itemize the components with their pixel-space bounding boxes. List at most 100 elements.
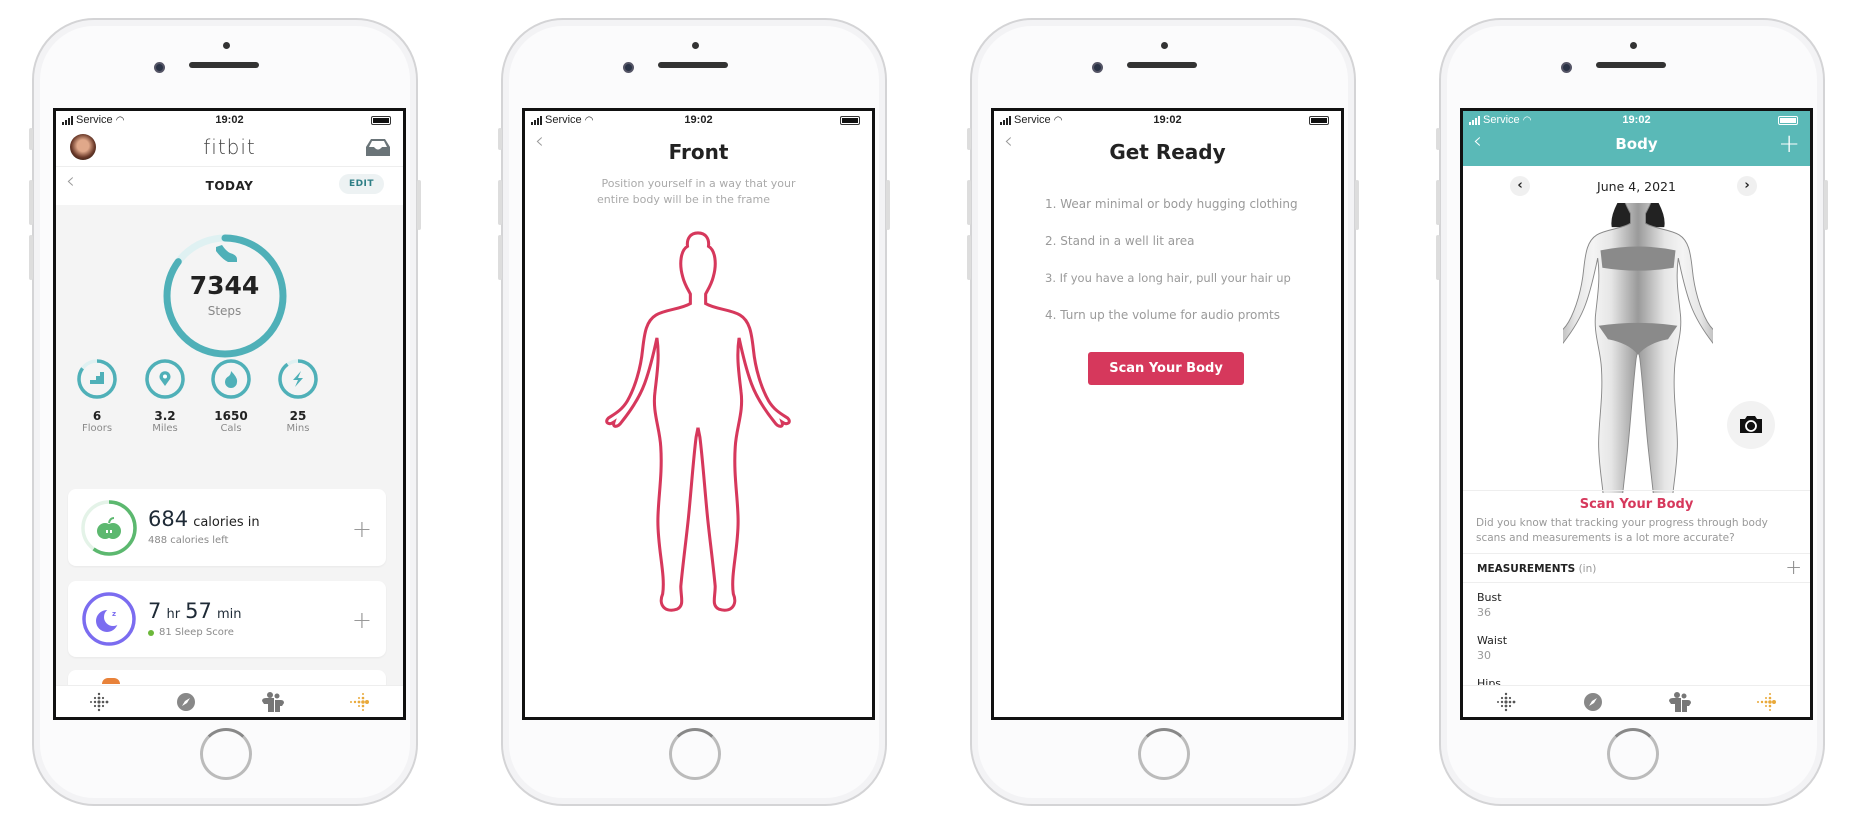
phone-get-ready: Service ◠ 19:02 ‹ Get Ready 1. Wear minim…: [967, 18, 1359, 806]
clock: 19:02: [1622, 114, 1651, 126]
battery-icon: [371, 116, 391, 125]
instruction-step: 3. If you have a long hair, pull your ha…: [1045, 271, 1291, 285]
scan-your-body-button[interactable]: Scan Your Body: [1088, 352, 1244, 385]
sleep-score: 81 Sleep Score: [159, 627, 234, 638]
home-button[interactable]: [669, 728, 721, 780]
scan-title[interactable]: Scan Your Body: [1463, 497, 1810, 512]
inbox-icon[interactable]: [365, 137, 391, 157]
add-food-button[interactable]: +: [352, 515, 372, 543]
sleep-hours: 7: [148, 599, 162, 623]
add-button[interactable]: +: [1778, 129, 1800, 159]
moon-icon: z: [96, 608, 122, 632]
sleep-card[interactable]: z 7 hr 57 min 81 Sleep Score +: [68, 581, 386, 657]
instruction-step: 4. Turn up the volume for audio promts: [1045, 308, 1280, 322]
calories-card[interactable]: 684 calories in 488 calories left +: [68, 489, 386, 566]
phone-front: Service ◠ 19:02 ‹ Front Position yourself…: [498, 18, 890, 806]
stairs-icon: [90, 372, 104, 384]
screen: Service ◠ 19:02 ‹ Get Ready 1. Wear minim…: [991, 108, 1344, 720]
calories-ring: [81, 500, 137, 556]
front-camera: [154, 62, 165, 73]
bottom-nav: [1463, 685, 1810, 717]
stat-value: 1650: [214, 409, 248, 423]
measurement-row[interactable]: Bust 36: [1477, 591, 1502, 619]
home-button[interactable]: [200, 728, 252, 780]
discover-icon: [177, 692, 196, 711]
stat-ring: [278, 359, 318, 399]
stat-floors[interactable]: 6 Floors: [67, 357, 127, 434]
instruction-step: 1. Wear minimal or body hugging clothing: [1045, 197, 1298, 211]
screen: Service ◠ 19:02 ‹ Body + ‹ June 4, 2021 ›…: [1460, 108, 1813, 720]
lightning-icon: [293, 371, 303, 387]
nav-discover[interactable]: [1578, 690, 1608, 714]
speaker: [658, 62, 728, 68]
add-sleep-button[interactable]: +: [352, 606, 372, 634]
stat-label: Cals: [220, 423, 242, 434]
stat-cals[interactable]: 1650 Cals: [201, 357, 261, 434]
clock: 19:02: [684, 114, 713, 126]
front-camera: [623, 62, 634, 73]
sleep-ring: z: [82, 592, 136, 646]
clock: 19:02: [215, 114, 244, 126]
location-pin-icon: [159, 371, 171, 386]
nav-premium[interactable]: [345, 690, 375, 714]
today-icon: [90, 692, 109, 711]
instruction-step: 2. Stand in a well lit area: [1045, 234, 1195, 248]
status-bar: Service ◠ 19:02: [525, 111, 872, 130]
screen: Service ◠ 19:02 ‹ Front Position yourself…: [522, 108, 875, 720]
stat-value: 6: [92, 409, 102, 423]
page-title: Get Ready: [1109, 140, 1226, 164]
calories-left: 488 calories left: [148, 535, 229, 546]
speaker: [189, 62, 259, 68]
stat-label: Floors: [81, 423, 113, 434]
stat-ring: [145, 359, 185, 399]
nav-premium[interactable]: [1752, 690, 1782, 714]
premium-icon: [1756, 692, 1776, 711]
measurement-name: Bust: [1477, 591, 1502, 604]
stat-value: 3.2: [154, 409, 176, 423]
add-measurement-button[interactable]: +: [1785, 555, 1802, 579]
measurements-heading: MEASUREMENTS: [1477, 563, 1576, 575]
page-title: Body: [1615, 135, 1658, 153]
community-icon: [261, 691, 284, 712]
stat-mins[interactable]: 25 Mins: [268, 357, 328, 434]
speaker: [1127, 62, 1197, 68]
front-camera: [1092, 62, 1103, 73]
battery-icon: [1778, 116, 1798, 125]
screen: Service ◠ 19:02 fitbit ‹ TODAY EDIT 7344 …: [53, 108, 406, 720]
clock: 19:02: [1153, 114, 1182, 126]
page-title: Front: [668, 140, 729, 164]
stat-value: 25: [289, 409, 307, 423]
instruction-line1: Position yourself in a way that your: [601, 177, 796, 190]
battery-icon: [1309, 116, 1329, 125]
stat-label: Mins: [286, 423, 310, 434]
measurement-row[interactable]: Waist 30: [1477, 634, 1507, 662]
hr-unit: hr: [166, 607, 181, 622]
calories-value: 684: [148, 507, 189, 531]
home-button[interactable]: [1607, 728, 1659, 780]
nav-today[interactable]: [1491, 690, 1521, 714]
speaker: [1596, 62, 1666, 68]
nav-discover[interactable]: [171, 690, 201, 714]
score-dot: [148, 629, 154, 636]
flame-icon: [225, 371, 238, 388]
measurement-value: 36: [1477, 606, 1491, 619]
stat-ring: [77, 359, 117, 399]
front-camera: [1561, 62, 1572, 73]
shoe-icon: [102, 678, 120, 684]
apple-icon: [97, 517, 121, 539]
next-date-button[interactable]: ›: [1737, 176, 1757, 196]
camera-button[interactable]: [1727, 401, 1775, 449]
camera-icon: [1740, 416, 1762, 433]
scan-description-line1: Did you know that tracking your progress…: [1476, 517, 1768, 529]
stat-miles[interactable]: 3.2 Miles: [135, 357, 195, 434]
edit-button[interactable]: EDIT: [339, 174, 384, 194]
community-icon: [1668, 691, 1691, 712]
battery-icon: [840, 116, 860, 125]
body-scan-photo: [1563, 203, 1713, 493]
status-bar: Service ◠ 19:02: [1463, 111, 1810, 130]
nav-community[interactable]: [1665, 690, 1695, 714]
nav-community[interactable]: [258, 690, 288, 714]
nav-today[interactable]: [84, 690, 114, 714]
date-label: June 4, 2021: [1597, 179, 1676, 194]
home-button[interactable]: [1138, 728, 1190, 780]
